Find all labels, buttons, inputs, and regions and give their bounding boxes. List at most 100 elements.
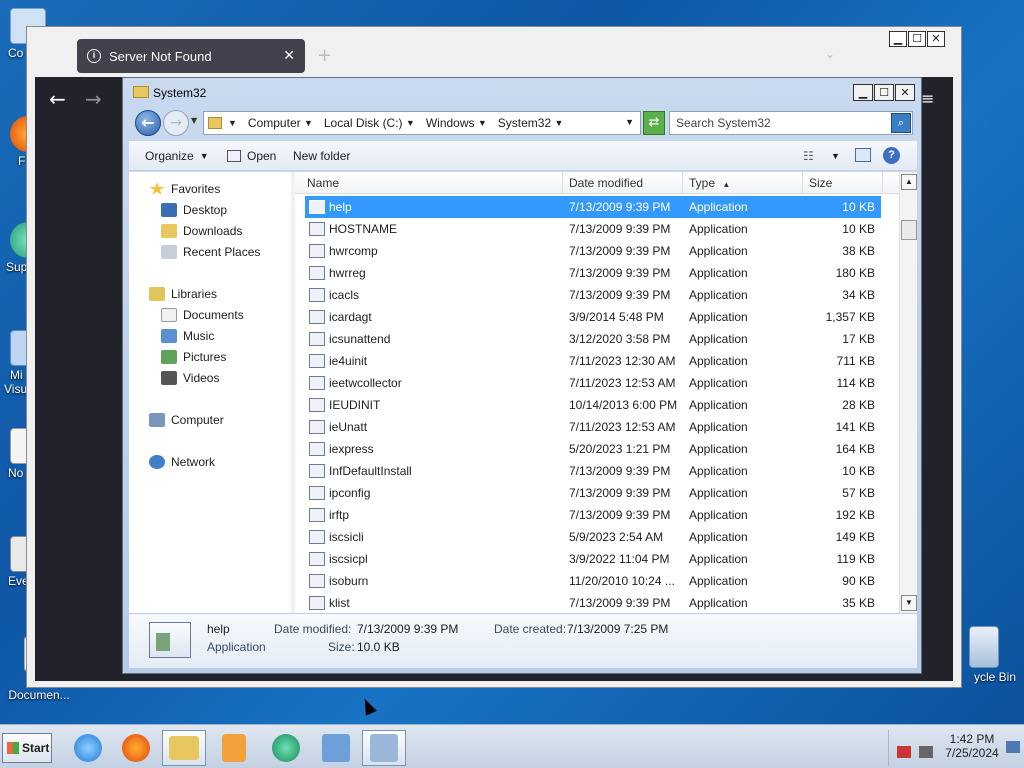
maximize-button[interactable]: ☐ [874, 84, 894, 101]
file-size: 35 KB [842, 596, 875, 610]
show-desktop-icon[interactable] [1006, 741, 1020, 753]
nav-downloads[interactable]: Downloads [161, 224, 242, 238]
nav-documents[interactable]: Documents [161, 308, 244, 322]
table-row[interactable]: InfDefaultInstall 7/13/2009 9:39 PM Applic… [305, 460, 881, 482]
taskbar-app-green[interactable] [264, 730, 308, 766]
open-button[interactable]: Open [227, 149, 276, 163]
file-type: Application [689, 288, 748, 302]
table-row[interactable]: IEUDINIT 10/14/2013 6:00 PM Application 28 … [305, 394, 881, 416]
table-row[interactable]: isoburn 11/20/2010 10:24 ... Application 90… [305, 570, 881, 592]
scroll-up-icon[interactable]: ▲ [901, 174, 917, 190]
details-pane: help Application Date modified: 7/13/200… [129, 614, 917, 668]
table-row[interactable]: irftp 7/13/2009 9:39 PM Application 192 KB [305, 504, 881, 526]
file-name: IEUDINIT [329, 398, 381, 412]
taskbar-explorer[interactable] [162, 730, 206, 766]
explorer-window[interactable]: System32 ▁ ☐ ✕ ← → ▼ ▼ Computer ▼ Local … [122, 77, 922, 674]
application-icon [309, 442, 325, 456]
vertical-scrollbar[interactable]: ▲ ▼ [899, 172, 917, 613]
taskbar-control-panel[interactable] [362, 730, 406, 766]
file-size: 149 KB [835, 530, 875, 544]
close-tab-icon[interactable]: ✕ [283, 47, 295, 64]
taskbar-internet-explorer[interactable] [66, 730, 110, 766]
organize-button[interactable]: Organize ▼ [145, 149, 209, 163]
window-controls: ▁ ☐ ✕ [853, 84, 915, 101]
search-input[interactable]: Search System32 ⌕ [669, 111, 913, 135]
table-row[interactable]: hwrcomp 7/13/2009 9:39 PM Application 38 KB [305, 240, 881, 262]
column-size[interactable]: Size [803, 172, 883, 194]
table-row[interactable]: icsunattend 3/12/2020 3:58 PM Application 1… [305, 328, 881, 350]
nav-desktop[interactable]: Desktop [161, 203, 227, 217]
start-button[interactable]: Start [2, 733, 52, 763]
table-row[interactable]: HOSTNAME 7/13/2009 9:39 PM Application 10 K… [305, 218, 881, 240]
search-icon[interactable]: ⌕ [891, 113, 911, 133]
scroll-down-icon[interactable]: ▼ [901, 595, 917, 611]
history-dropdown-icon[interactable]: ▼ [191, 116, 197, 125]
close-button[interactable]: ✕ [895, 84, 915, 101]
breadcrumb-separator[interactable]: ▼ [228, 118, 242, 128]
table-row[interactable]: ieetwcollector 7/11/2023 12:53 AM Applicat… [305, 372, 881, 394]
title-bar[interactable]: System32 ▁ ☐ ✕ [123, 78, 921, 106]
file-type: Application [689, 420, 748, 434]
file-size: 10 KB [842, 464, 875, 478]
breadcrumb-system32[interactable]: System32 ▼ [498, 116, 569, 130]
nav-libraries[interactable]: Libraries [149, 287, 217, 301]
application-icon [309, 596, 325, 610]
back-button[interactable]: ← [135, 110, 161, 136]
breadcrumb-local-disk[interactable]: Local Disk (C:) ▼ [324, 116, 420, 130]
table-row[interactable]: ipconfig 7/13/2009 9:39 PM Application 57 K… [305, 482, 881, 504]
file-size: 90 KB [842, 574, 875, 588]
forward-button[interactable]: → [163, 110, 189, 136]
column-date-modified[interactable]: Date modified [563, 172, 683, 194]
nav-videos[interactable]: Videos [161, 371, 219, 385]
breadcrumb-windows[interactable]: Windows ▼ [426, 116, 492, 130]
table-row[interactable]: icardagt 3/9/2014 5:48 PM Application 1,357… [305, 306, 881, 328]
system-clock[interactable]: 1:42 PM 7/25/2024 [938, 732, 1006, 760]
view-dropdown-icon[interactable]: ▼ [831, 151, 840, 161]
nav-computer[interactable]: Computer [149, 413, 224, 427]
preview-pane-icon[interactable] [855, 148, 871, 162]
table-row[interactable]: hwrreg 7/13/2009 9:39 PM Application 180 KB [305, 262, 881, 284]
refresh-button[interactable]: ⇄ [643, 111, 665, 135]
menu-icon[interactable]: ≡ [921, 89, 934, 108]
table-row[interactable]: ieUnatt 7/11/2023 12:53 AM Application 141 … [305, 416, 881, 438]
taskbar-firefox[interactable] [114, 730, 158, 766]
file-size: 164 KB [835, 442, 875, 456]
address-bar[interactable]: ▼ Computer ▼ Local Disk (C:) ▼ Windows ▼… [203, 111, 641, 135]
table-row[interactable]: iexpress 5/20/2023 1:21 PM Application 164 … [305, 438, 881, 460]
table-row[interactable]: iscsicpl 3/9/2022 11:04 PM Application 119 … [305, 548, 881, 570]
minimize-button[interactable]: ▁ [889, 31, 907, 47]
new-folder-button[interactable]: New folder [293, 149, 350, 163]
table-row[interactable]: help 7/13/2009 9:39 PM Application 10 KB [305, 196, 881, 218]
column-name[interactable]: Name [301, 172, 563, 194]
tab-list-chevron-icon[interactable]: ⌄ [825, 47, 835, 61]
browser-tab[interactable]: i Server Not Found ✕ [77, 39, 305, 73]
nav-recent-places[interactable]: Recent Places [161, 245, 260, 259]
forward-arrow-icon[interactable]: → [85, 87, 102, 111]
column-type[interactable]: Type ▲ [683, 172, 803, 194]
table-row[interactable]: icacls 7/13/2009 9:39 PM Application 34 KB [305, 284, 881, 306]
change-view-icon[interactable]: ☷ [803, 149, 814, 163]
help-icon[interactable]: ? [883, 147, 900, 164]
scroll-thumb[interactable] [901, 220, 917, 240]
file-size: 28 KB [842, 398, 875, 412]
nav-music[interactable]: Music [161, 329, 214, 343]
close-button[interactable]: ✕ [927, 31, 945, 47]
table-row[interactable]: ie4uinit 7/11/2023 12:30 AM Application 711… [305, 350, 881, 372]
volume-muted-icon[interactable] [919, 746, 933, 758]
breadcrumb-computer[interactable]: Computer ▼ [248, 116, 318, 130]
minimize-button[interactable]: ▁ [853, 84, 873, 101]
nav-network[interactable]: Network [149, 455, 215, 469]
back-arrow-icon[interactable]: ← [49, 87, 66, 111]
table-row[interactable]: iscsicli 5/9/2023 2:54 AM Application 149 K… [305, 526, 881, 548]
address-dropdown-icon[interactable]: ▼ [625, 117, 634, 127]
taskbar-remote-desktop[interactable] [314, 730, 358, 766]
table-row[interactable]: klist 7/13/2009 9:39 PM Application 35 KB [305, 592, 881, 613]
file-date-modified: 7/13/2009 9:39 PM [569, 244, 671, 258]
action-center-flag-icon[interactable] [897, 746, 911, 758]
nav-pictures[interactable]: Pictures [161, 350, 226, 364]
new-tab-button[interactable]: + [317, 45, 332, 66]
taskbar-media-player[interactable] [212, 730, 256, 766]
file-name: help [329, 200, 352, 214]
maximize-button[interactable]: ☐ [908, 31, 926, 47]
nav-favorites[interactable]: Favorites [149, 182, 220, 196]
